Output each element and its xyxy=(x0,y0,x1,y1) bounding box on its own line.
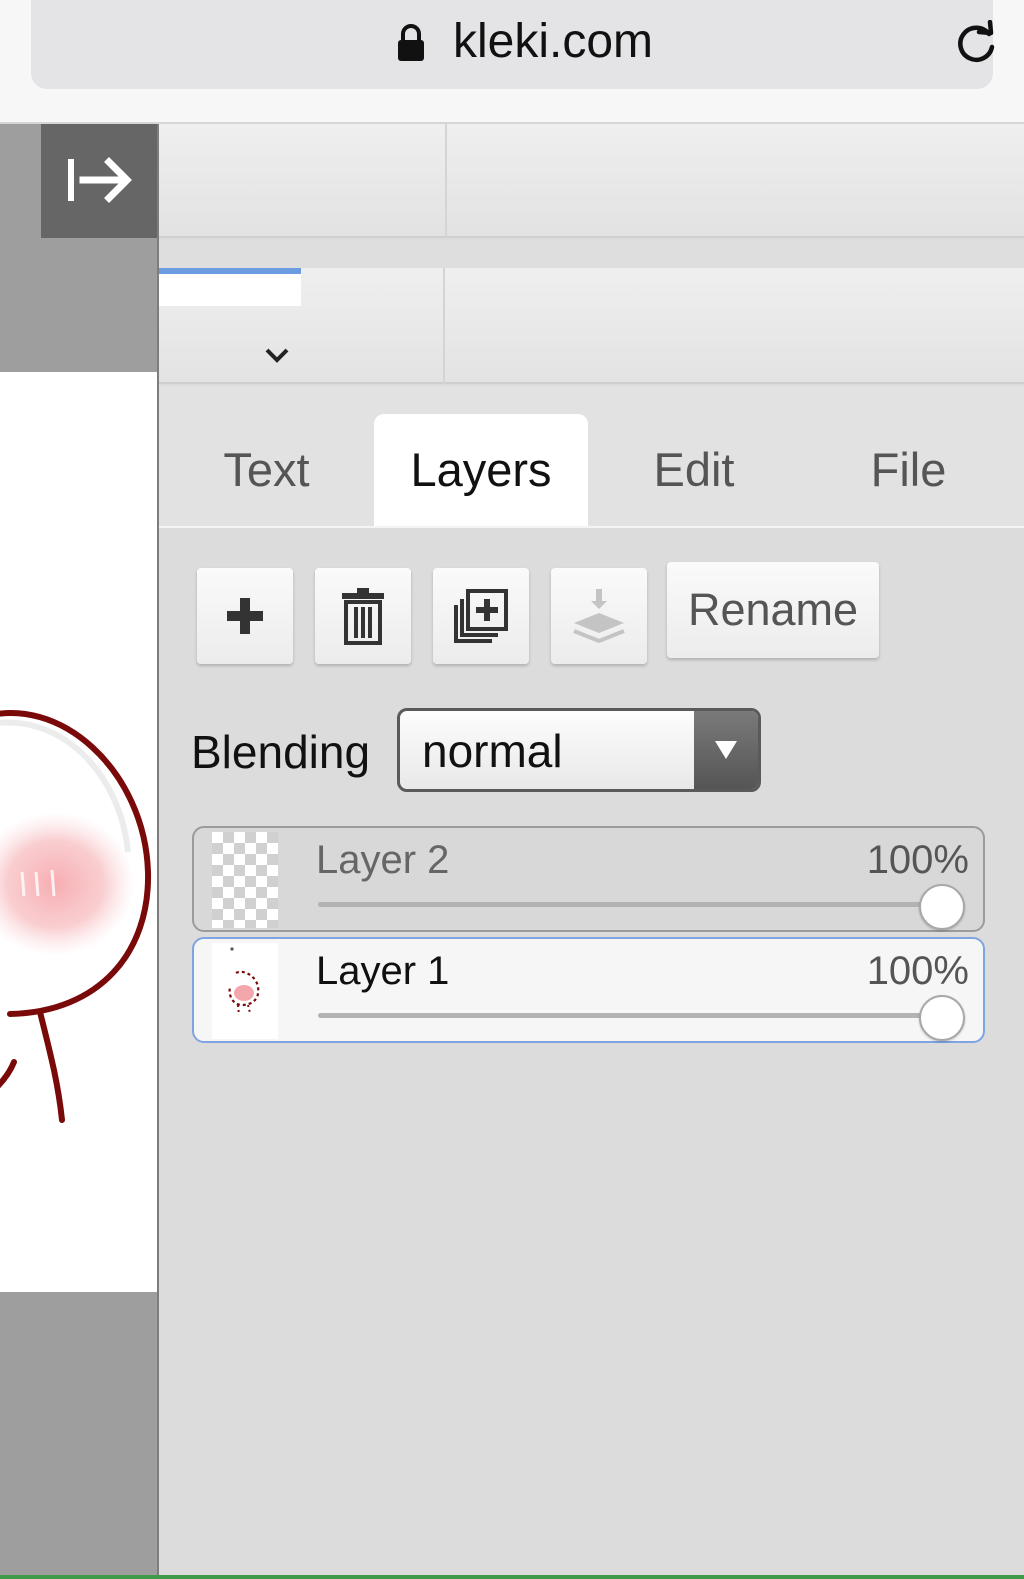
triangle-down-icon xyxy=(715,741,737,759)
opacity-slider-handle[interactable] xyxy=(919,884,965,930)
bottom-edge xyxy=(0,1575,1024,1579)
address-bar[interactable]: kleki.com xyxy=(31,0,995,89)
tab-text[interactable]: Text xyxy=(179,414,354,526)
layer-name: Layer 1 xyxy=(316,949,450,993)
layer-thumbnail xyxy=(212,943,278,1039)
collapse-panel-icon xyxy=(68,157,132,203)
rename-layer-button[interactable]: Rename xyxy=(667,562,879,658)
tab-layers[interactable]: Layers xyxy=(374,414,588,526)
layer-opacity-value: 100% xyxy=(866,949,969,993)
canvas-drawing xyxy=(0,710,152,1123)
plus-icon xyxy=(227,598,263,634)
canvas-column xyxy=(0,124,158,1579)
layer-item-layer-1[interactable]: Layer 1 100% xyxy=(192,937,985,1043)
dropdown-arrow[interactable] xyxy=(694,711,758,789)
opacity-slider-track[interactable] xyxy=(318,1013,942,1018)
url-text: kleki.com xyxy=(453,15,654,68)
opacity-slider-handle[interactable] xyxy=(919,995,965,1041)
tab-file[interactable]: File xyxy=(811,414,1006,526)
merge-down-button[interactable] xyxy=(551,568,647,664)
layer-opacity-value: 100% xyxy=(866,838,969,882)
row-separator xyxy=(445,124,447,238)
tool-panel: Text Layers Edit File Rename Blending no… xyxy=(159,124,1024,1579)
color-swatch[interactable] xyxy=(159,268,301,306)
drawing-canvas[interactable] xyxy=(0,372,157,1292)
tool-row-2 xyxy=(159,268,1024,384)
lock-icon xyxy=(398,24,424,61)
layer-name: Layer 2 xyxy=(316,838,450,882)
panel-gap xyxy=(159,240,1024,268)
tool-row-1 xyxy=(159,124,1024,238)
collapse-panel-button[interactable] xyxy=(41,124,157,238)
blending-select[interactable]: normal xyxy=(397,708,761,792)
panel-tabs: Text Layers Edit File xyxy=(159,386,1024,528)
tab-edit[interactable]: Edit xyxy=(599,414,789,526)
layer-thumbnail xyxy=(212,832,278,928)
blending-value: normal xyxy=(422,725,563,777)
layer-item-layer-2[interactable]: Layer 2 100% xyxy=(192,826,985,932)
merge-down-icon xyxy=(573,589,625,644)
chevron-down-icon[interactable] xyxy=(263,346,291,366)
trash-icon xyxy=(342,588,384,645)
reload-icon[interactable] xyxy=(953,20,999,66)
row-separator xyxy=(443,268,445,384)
browser-chrome: kleki.com xyxy=(0,0,1024,124)
delete-layer-button[interactable] xyxy=(315,568,411,664)
opacity-slider-track[interactable] xyxy=(318,902,942,907)
blending-label: Blending xyxy=(191,726,371,778)
duplicate-layer-button[interactable] xyxy=(433,568,529,664)
thumbnail-drawing xyxy=(228,947,260,1016)
add-layer-button[interactable] xyxy=(197,568,293,664)
duplicate-icon xyxy=(454,589,508,643)
